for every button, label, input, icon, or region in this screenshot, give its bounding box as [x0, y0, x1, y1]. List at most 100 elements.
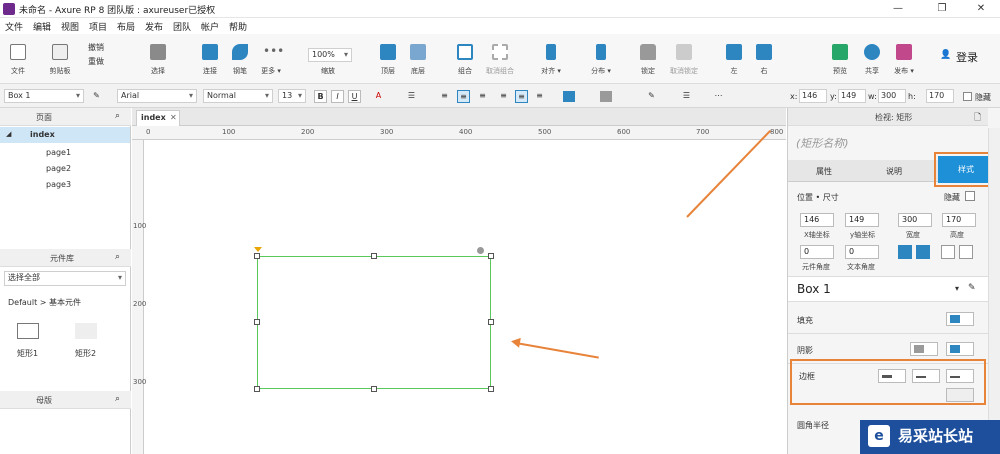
zoom-select[interactable]: 100%: [308, 48, 352, 62]
menu-view[interactable]: 视图: [61, 20, 79, 33]
menu-help[interactable]: 帮助: [229, 20, 247, 33]
resize-handle[interactable]: [488, 319, 494, 325]
bold-button[interactable]: B: [314, 90, 327, 103]
align-right-icon[interactable]: ≡: [476, 90, 489, 103]
menu-edit[interactable]: 编辑: [33, 20, 51, 33]
line-width-icon[interactable]: ☰: [680, 90, 693, 103]
rectangle2-widget[interactable]: [75, 323, 97, 339]
resize-handle[interactable]: [254, 253, 260, 259]
line-color-icon[interactable]: ✎: [645, 90, 658, 103]
selected-rectangle[interactable]: [257, 256, 491, 389]
hide-checkbox[interactable]: [963, 92, 972, 101]
font-size-select[interactable]: 13: [278, 89, 306, 103]
height-field[interactable]: 170: [942, 213, 976, 227]
search-icon[interactable]: ⌕: [115, 252, 120, 262]
library-select[interactable]: 选择全部: [4, 271, 126, 286]
tab-properties[interactable]: 属性: [816, 166, 832, 177]
menu-account[interactable]: 帐户: [201, 20, 219, 33]
style-select[interactable]: Box 1 ▾ ✎: [788, 276, 988, 302]
publish-button[interactable]: 发布 ▾: [886, 34, 922, 82]
w-field[interactable]: 300: [878, 89, 906, 103]
rotation-marker-icon[interactable]: [254, 247, 262, 252]
menu-file[interactable]: 文件: [5, 20, 23, 33]
text-rotation-field[interactable]: 0: [845, 245, 879, 259]
italic-button[interactable]: I: [331, 90, 344, 103]
rotation-field[interactable]: 0: [800, 245, 834, 259]
resize-handle[interactable]: [371, 253, 377, 259]
close-button[interactable]: ✕: [966, 1, 996, 17]
fill-color-swatch[interactable]: [563, 91, 575, 102]
align-button[interactable]: 对齐 ▾: [533, 34, 569, 82]
more-button[interactable]: ••• 更多 ▾: [253, 34, 289, 82]
minimize-button[interactable]: —: [883, 1, 913, 17]
valign-top-icon[interactable]: ≡: [497, 90, 510, 103]
fit-height-icon[interactable]: [959, 245, 973, 259]
line-pattern-icon[interactable]: ⋯: [712, 90, 725, 103]
outer-shadow-swatch[interactable]: [910, 342, 938, 356]
y-field[interactable]: 149: [838, 89, 866, 103]
resize-handle[interactable]: [371, 386, 377, 392]
shadow-swatch[interactable]: [600, 91, 612, 102]
rectangle1-widget[interactable]: [17, 323, 39, 339]
border-color-select[interactable]: [912, 369, 940, 383]
library-group[interactable]: Default > 基本元件: [8, 297, 81, 308]
search-icon[interactable]: ⌕: [115, 394, 120, 404]
ungroup-button[interactable]: 取消组合: [478, 34, 522, 82]
resize-handle[interactable]: [488, 253, 494, 259]
login-button[interactable]: 登录: [956, 49, 978, 65]
align-left-icon[interactable]: ≡: [438, 90, 451, 103]
close-tab-icon[interactable]: ✕: [170, 111, 177, 125]
tab-index[interactable]: index ✕: [136, 110, 180, 126]
shape-style-select[interactable]: Box 1: [4, 89, 84, 103]
clipboard-button[interactable]: 剪贴板: [40, 34, 80, 82]
x-field[interactable]: 146: [800, 213, 834, 227]
flip-horizontal-icon[interactable]: [898, 245, 912, 259]
align-center-icon[interactable]: ≡: [457, 90, 470, 103]
shape-name-input[interactable]: (矩形名称): [796, 135, 849, 151]
format-painter-icon[interactable]: ✎: [90, 90, 103, 103]
menu-publish[interactable]: 发布: [145, 20, 163, 33]
page-item-page3[interactable]: page3: [46, 180, 71, 189]
font-style-select[interactable]: Normal: [203, 89, 273, 103]
font-color-icon[interactable]: A: [372, 90, 385, 103]
select-button[interactable]: 选择: [140, 34, 176, 82]
tab-style[interactable]: 样式: [938, 156, 994, 183]
border-pattern-select[interactable]: [946, 369, 974, 383]
h-field[interactable]: 170: [926, 89, 954, 103]
search-icon[interactable]: ⌕: [115, 111, 120, 121]
share-button[interactable]: 共享: [854, 34, 890, 82]
inner-shadow-swatch[interactable]: [946, 342, 974, 356]
page-item-page2[interactable]: page2: [46, 164, 71, 173]
send-bottom-button[interactable]: 底层: [400, 34, 436, 82]
inspector-scrollbar[interactable]: [988, 128, 1000, 454]
tab-notes[interactable]: 说明: [886, 166, 902, 177]
border-visibility-select[interactable]: [946, 388, 974, 402]
x-field[interactable]: 146: [799, 89, 827, 103]
resize-handle[interactable]: [254, 319, 260, 325]
font-family-select[interactable]: Arial: [117, 89, 197, 103]
valign-middle-icon[interactable]: ≡: [515, 90, 528, 103]
redo-button[interactable]: 重做: [88, 56, 104, 67]
right-panel-button[interactable]: 右: [746, 34, 782, 82]
y-field[interactable]: 149: [845, 213, 879, 227]
menu-project[interactable]: 项目: [89, 20, 107, 33]
hide-checkbox[interactable]: [965, 191, 975, 201]
maximize-button[interactable]: ❐: [927, 1, 957, 17]
fill-swatch[interactable]: [946, 312, 974, 326]
page-item-page1[interactable]: page1: [46, 148, 71, 157]
distribute-button[interactable]: 分布 ▾: [583, 34, 619, 82]
preview-button[interactable]: 预览: [822, 34, 858, 82]
style-edit-icon[interactable]: ✎: [968, 283, 976, 293]
unlock-button[interactable]: 取消锁定: [662, 34, 706, 82]
border-width-select[interactable]: [878, 369, 906, 383]
resize-handle[interactable]: [254, 386, 260, 392]
page-item-index[interactable]: ◢ index: [0, 127, 130, 143]
menu-team[interactable]: 团队: [173, 20, 191, 33]
notes-icon[interactable]: 🗋: [974, 110, 981, 126]
fit-width-icon[interactable]: [941, 245, 955, 259]
underline-button[interactable]: U: [348, 90, 361, 103]
menu-layout[interactable]: 布局: [117, 20, 135, 33]
flip-vertical-icon[interactable]: [916, 245, 930, 259]
file-button[interactable]: 文件: [0, 34, 36, 82]
resize-handle[interactable]: [488, 386, 494, 392]
